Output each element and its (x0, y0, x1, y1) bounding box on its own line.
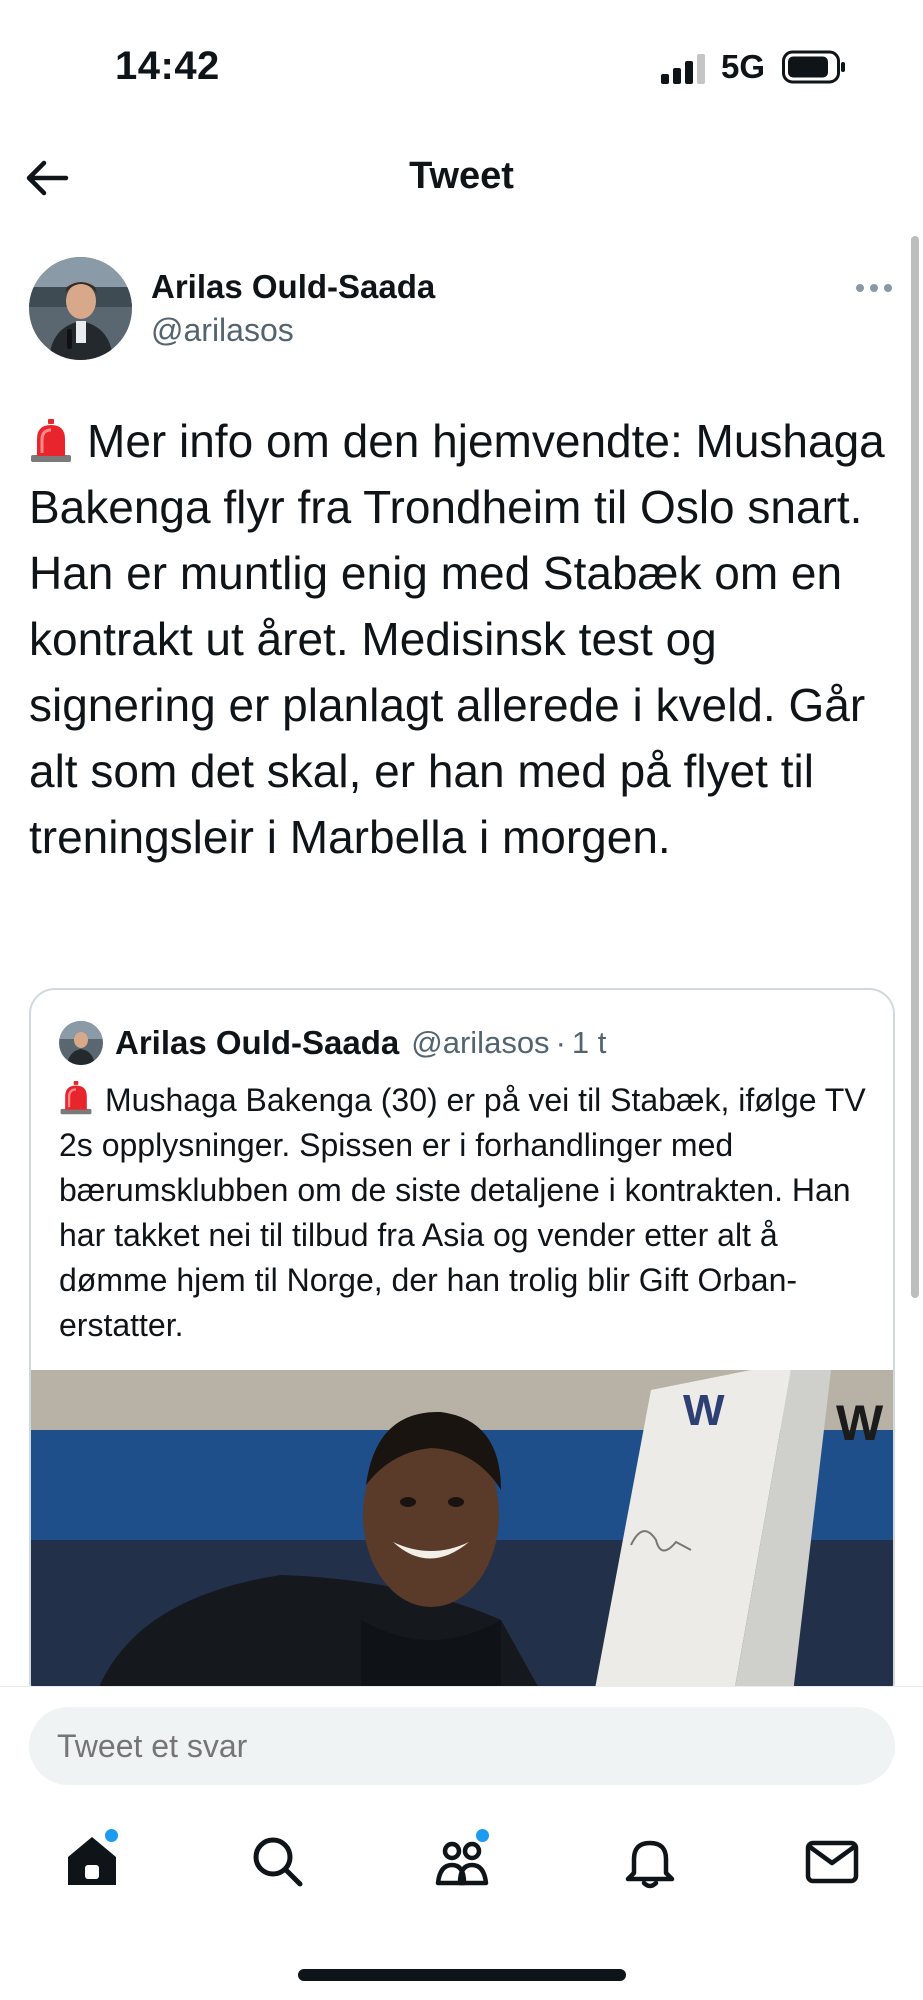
status-time: 14:42 (115, 44, 220, 88)
battery-icon (782, 50, 845, 84)
quoted-author-name: Arilas Ould-Saada (115, 1024, 400, 1061)
tweet-text-content: Mer info om den hjemvendte: Mushaga Bake… (29, 415, 885, 863)
home-indicator[interactable] (298, 1969, 626, 1981)
bottom-nav (0, 1789, 923, 2000)
quoted-tweet-card[interactable]: Arilas Ould-Saada @arilasos · 1 t Mushag… (29, 988, 895, 1708)
signal-icon (661, 54, 705, 84)
more-horizontal-icon[interactable] (855, 280, 893, 296)
page-title: Tweet (409, 155, 514, 197)
author-handle[interactable]: @arilasos (151, 312, 294, 349)
reply-bar (0, 1686, 923, 1789)
quoted-avatar (59, 1021, 103, 1065)
network-label: 5G (721, 48, 766, 85)
communities-notification-dot (476, 1829, 489, 1842)
search-icon[interactable] (247, 1831, 307, 1891)
siren-emoji-icon (60, 1081, 92, 1115)
scrollbar[interactable] (911, 236, 919, 1298)
reply-input[interactable] (29, 1707, 895, 1785)
quoted-tweet-text: Mushaga Bakenga (30) er på vei til Stabæ… (59, 1078, 879, 1348)
quoted-tweet-header: Arilas Ould-Saada @arilasos · 1 t (59, 1020, 606, 1066)
siren-emoji-icon (31, 419, 71, 462)
quoted-tweet-text-content: Mushaga Bakenga (30) er på vei til Stabæ… (59, 1082, 866, 1343)
author-name[interactable]: Arilas Ould-Saada (151, 268, 435, 306)
tweet-text: Mer info om den hjemvendte: Mushaga Bake… (29, 408, 899, 870)
svg-text:W: W (683, 1386, 725, 1435)
top-header: Tweet (0, 135, 923, 219)
bell-icon[interactable] (620, 1831, 680, 1891)
quoted-timestamp: 1 t (571, 1025, 607, 1060)
home-notification-dot (105, 1829, 118, 1842)
svg-text:W: W (836, 1395, 884, 1451)
mail-icon[interactable] (802, 1831, 862, 1891)
quoted-author-handle: @arilasos (411, 1025, 550, 1060)
quoted-tweet-photo[interactable]: W W (31, 1370, 895, 1708)
avatar[interactable] (29, 257, 132, 360)
status-bar: 14:42 5G (0, 0, 923, 130)
quoted-separator: · (555, 1025, 566, 1060)
